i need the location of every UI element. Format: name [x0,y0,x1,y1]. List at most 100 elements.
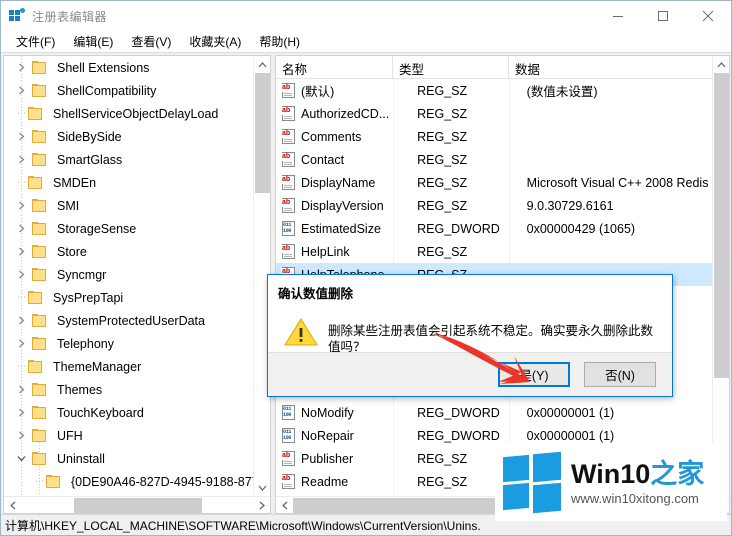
value-name: Comments [301,129,362,144]
scroll-down-icon[interactable] [254,479,270,496]
table-row[interactable]: ab Comments REG_SZ [276,125,713,148]
tree-item-label: Syncmgr [57,267,107,282]
reg-dword-icon: 011100 [281,428,297,443]
tree-item[interactable]: Shell Extensions [4,56,254,79]
folder-icon [32,245,48,258]
reg-sz-icon: ab [281,244,297,259]
tree-item-label: ShellServiceObjectDelayLoad [53,106,219,121]
tree-hscroll-thumb[interactable] [74,498,202,513]
tree-horizontal-scrollbar[interactable] [4,496,270,513]
value-data: Microsoft Visual C++ 2008 Redis [526,175,709,190]
folder-icon [32,406,48,419]
scroll-right-icon[interactable] [253,497,270,513]
tree-item[interactable]: TouchKeyboard [4,401,254,424]
value-name: NoModify [301,405,354,420]
yes-button[interactable]: 是(Y) [498,362,570,387]
list-scroll-thumb[interactable] [714,73,729,378]
table-row[interactable]: ab AuthorizedCD... REG_SZ [276,102,713,125]
maximize-icon[interactable] [640,1,685,31]
tree-item[interactable]: Uninstall [4,447,254,470]
scroll-left-icon[interactable] [4,497,21,513]
chevron-right-icon[interactable] [14,378,28,401]
table-row[interactable]: ab (默认) REG_SZ (数值未设置) [276,79,713,102]
folder-icon [32,268,48,281]
table-row[interactable]: ab DisplayVersion REG_SZ 9.0.30729.6161 [276,194,713,217]
tree-item[interactable]: Telephony [4,332,254,355]
tree-item[interactable]: SideBySide [4,125,254,148]
chevron-right-icon[interactable] [14,309,28,332]
tree-item[interactable]: {0DE90A46-827D-4945-9188-877 [4,470,254,493]
tree-item[interactable]: ShellServiceObjectDelayLoad [4,102,254,125]
chevron-right-icon[interactable] [14,401,28,424]
chevron-right-icon[interactable] [14,194,28,217]
chevron-right-icon[interactable] [14,424,28,447]
value-name: DisplayVersion [301,198,384,213]
folder-icon [28,360,44,373]
table-row[interactable]: ab HelpLink REG_SZ [276,240,713,263]
value-name: DisplayName [301,175,376,190]
value-type: REG_SZ [417,244,468,259]
folder-icon [32,153,48,166]
tree-item[interactable]: SMDEn [4,171,254,194]
no-button[interactable]: 否(N) [584,362,656,387]
window-title: 注册表编辑器 [32,9,108,24]
column-header-name[interactable]: 名称 [276,56,393,78]
value-type: REG_SZ [417,198,468,213]
value-name: Readme [301,474,349,489]
value-name: Publisher [301,451,354,466]
chevron-down-icon[interactable] [14,447,28,470]
scroll-up-icon[interactable] [713,56,729,73]
minimize-icon[interactable] [595,1,640,31]
menu-item-file[interactable]: 文件(F) [7,31,64,53]
column-header-type[interactable]: 类型 [393,56,509,78]
tree-item[interactable]: ThemeManager [4,355,254,378]
folder-icon [28,291,44,304]
menu-item-edit[interactable]: 编辑(E) [64,31,122,53]
tree-item[interactable]: UFH [4,424,254,447]
confirm-delete-dialog: 确认数值删除 删除某些注册表值会引起系统不稳定。确实要永久删除此数值吗？ 是(Y… [267,274,673,397]
menu-item-favorites[interactable]: 收藏夹(A) [180,31,250,53]
value-name: HelpLink [301,244,350,259]
list-vertical-scrollbar[interactable] [712,56,729,496]
tree-item[interactable]: Themes [4,378,254,401]
tree-connector-icon [14,355,28,378]
tree-item[interactable]: SystemProtectedUserData [4,309,254,332]
close-icon[interactable] [685,1,730,31]
table-row[interactable]: ab DisplayName REG_SZ Microsoft Visual C++ … [276,171,713,194]
table-row[interactable]: 011 100 EstimatedSize REG_DWORD 0x00000429 (… [276,217,713,240]
folder-icon [32,199,48,212]
tree-item-label: SysPrepTapi [53,290,124,305]
chevron-right-icon[interactable] [14,148,28,171]
tree-item[interactable]: SysPrepTapi [4,286,254,309]
tree-item[interactable]: Store [4,240,254,263]
scroll-left-icon[interactable] [276,497,293,513]
tree-connector-icon [14,286,28,309]
chevron-right-icon[interactable] [14,332,28,355]
tree-item[interactable]: SmartGlass [4,148,254,171]
chevron-right-icon[interactable] [14,56,28,79]
chevron-right-icon[interactable] [14,125,28,148]
registry-editor-window: 注册表编辑器 文件(F) 编辑(E) 查看(V) 收藏夹(A) 帮助(H) Sh… [0,0,732,536]
tree-item[interactable]: ShellCompatibility [4,79,254,102]
table-row[interactable]: ab Contact REG_SZ [276,148,713,171]
chevron-right-icon[interactable] [14,79,28,102]
scroll-up-icon[interactable] [254,56,270,73]
menu-item-view[interactable]: 查看(V) [122,31,180,53]
value-type: REG_DWORD [417,405,500,420]
value-name: Contact [301,152,345,167]
value-data: 9.0.30729.6161 [526,198,614,213]
table-row[interactable]: 011 100 NoModify REG_DWORD 0x00000001 (1) [276,401,713,424]
chevron-right-icon[interactable] [14,217,28,240]
tree-item-label: Uninstall [57,451,105,466]
chevron-right-icon[interactable] [14,263,28,286]
column-header-data[interactable]: 数据 [509,56,713,78]
chevron-right-icon[interactable] [14,240,28,263]
tree-item[interactable]: Syncmgr [4,263,254,286]
reg-sz-icon: ab [281,198,297,213]
tree-item[interactable]: SMI [4,194,254,217]
registry-tree[interactable]: Shell Extensions ShellCompatibility ShellS… [4,56,254,496]
value-data: 0x00000001 (1) [526,428,615,443]
tree-item[interactable]: StorageSense [4,217,254,240]
tree-scroll-thumb[interactable] [255,73,270,193]
menu-item-help[interactable]: 帮助(H) [250,31,309,53]
